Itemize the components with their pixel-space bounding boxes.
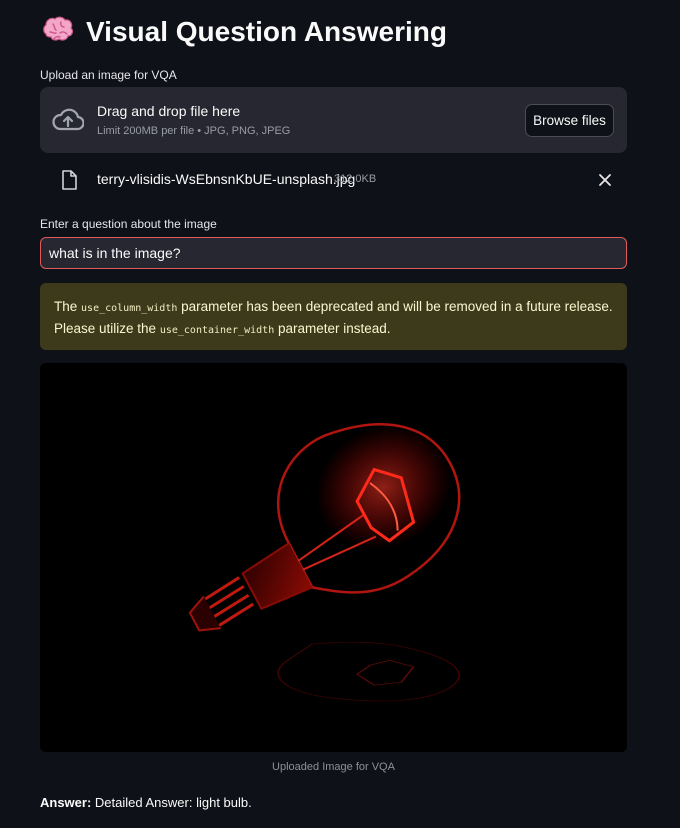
warning-code-2: use_container_width — [159, 325, 275, 336]
file-icon — [62, 170, 77, 190]
dropzone-limit-text: Limit 200MB per file • JPG, PNG, JPEG — [97, 125, 291, 137]
answer-value: Detailed Answer: light bulb. — [94, 795, 252, 810]
brain-icon — [43, 16, 74, 41]
question-input[interactable] — [40, 237, 627, 269]
uploaded-file-name: terry-vlisidis-WsEbnsnKbUE-unsplash.jpg — [97, 171, 356, 187]
image-caption: Uploaded Image for VQA — [272, 761, 395, 773]
page-title-text: Visual Question Answering — [86, 16, 447, 47]
warning-text-1: The — [54, 299, 78, 314]
question-label: Enter a question about the image — [40, 217, 217, 231]
uploaded-file-row: terry-vlisidis-WsEbnsnKbUE-unsplash.jpg … — [40, 166, 627, 196]
deprecation-warning: The use_column_width parameter has been … — [40, 283, 627, 350]
uploader-label: Upload an image for VQA — [40, 68, 177, 82]
answer-label: Answer: — [40, 795, 92, 810]
uploaded-file-size: 312.0KB — [334, 173, 377, 185]
browse-files-button[interactable]: Browse files — [525, 104, 614, 137]
page-title: Visual Question Answering — [40, 14, 447, 50]
uploaded-image — [40, 363, 627, 752]
light-bulb-image — [40, 363, 627, 752]
answer-text: Answer: Detailed Answer: light bulb. — [40, 795, 252, 810]
cloud-upload-icon — [52, 108, 84, 131]
warning-code-1: use_column_width — [81, 303, 178, 314]
close-icon[interactable] — [598, 173, 612, 187]
dropzone-title: Drag and drop file here — [97, 103, 241, 119]
warning-text-3: parameter instead. — [277, 321, 391, 336]
file-dropzone[interactable]: Drag and drop file here Limit 200MB per … — [40, 87, 627, 153]
app-root: Visual Question Answering Upload an imag… — [0, 0, 680, 828]
